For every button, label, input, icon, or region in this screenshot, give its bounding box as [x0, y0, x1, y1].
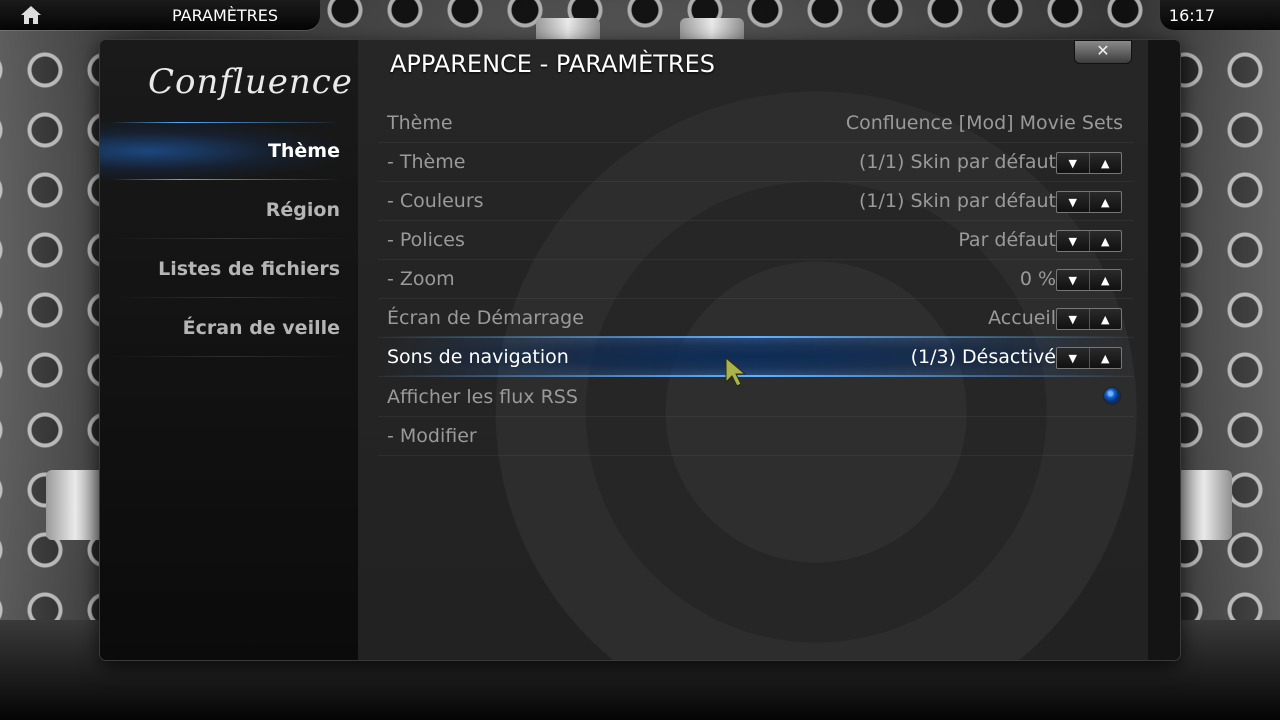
setting-label: - Couleurs — [387, 190, 484, 212]
chevron-up-icon[interactable]: ▲ — [1088, 231, 1122, 251]
setting-value: (1/1) Skin par défaut — [859, 151, 1056, 173]
chevron-up-icon[interactable]: ▲ — [1088, 348, 1122, 368]
value-spinner: ▼ ▲ — [1056, 308, 1122, 330]
sidebar-divider — [110, 238, 350, 239]
value-spinner: ▼ ▲ — [1056, 191, 1122, 213]
chevron-up-icon[interactable]: ▲ — [1088, 309, 1122, 329]
sidebar-divider — [110, 297, 350, 298]
dialog-title: APPARENCE - PARAMÈTRES — [390, 50, 715, 78]
setting-value: Par défaut — [958, 229, 1056, 251]
setting-row-fonts[interactable]: - Polices Par défaut ▼ ▲ — [378, 220, 1134, 260]
setting-label: - Zoom — [387, 268, 455, 290]
setting-label: Afficher les flux RSS — [387, 386, 578, 408]
setting-value: Confluence [Mod] Movie Sets — [845, 112, 1123, 134]
chevron-down-icon[interactable]: ▼ — [1057, 270, 1089, 290]
chevron-down-icon[interactable]: ▼ — [1057, 153, 1089, 173]
value-spinner: ▼ ▲ — [1056, 230, 1122, 252]
gear-tooth-right-decoration — [1176, 470, 1232, 540]
setting-row-skin[interactable]: Thème Confluence [Mod] Movie Sets — [378, 103, 1134, 143]
chevron-down-icon[interactable]: ▼ — [1057, 348, 1089, 368]
setting-label: - Modifier — [387, 425, 477, 447]
setting-label: - Thème — [387, 151, 466, 173]
setting-row-theme[interactable]: - Thème (1/1) Skin par défaut ▼ ▲ — [378, 142, 1134, 182]
clock: 16:17 — [1168, 6, 1215, 25]
radio-on-indicator[interactable] — [1104, 388, 1120, 404]
setting-row-edit-rss[interactable]: - Modifier — [378, 416, 1134, 456]
dialog-right-edge — [1148, 40, 1180, 660]
close-button[interactable]: ✕ — [1074, 40, 1132, 64]
setting-value: (1/1) Skin par défaut — [859, 190, 1056, 212]
home-icon — [21, 6, 41, 24]
confluence-logo: Confluence — [148, 62, 353, 102]
setting-value: 0 % — [1019, 268, 1056, 290]
value-spinner: ▼ ▲ — [1056, 269, 1122, 291]
mouse-cursor-icon — [725, 356, 747, 387]
setting-row-rss-feeds[interactable]: Afficher les flux RSS — [378, 377, 1134, 417]
chevron-up-icon[interactable]: ▲ — [1088, 192, 1122, 212]
setting-value: Accueil — [988, 307, 1056, 329]
chevron-down-icon[interactable]: ▼ — [1057, 192, 1089, 212]
setting-label: - Polices — [387, 229, 465, 251]
settings-dialog: Confluence Thème Région Listes de fichie… — [100, 40, 1180, 660]
setting-row-colors[interactable]: - Couleurs (1/1) Skin par défaut ▼ ▲ — [378, 181, 1134, 221]
sidebar-item-label: Listes de fichiers — [158, 258, 340, 280]
setting-row-zoom[interactable]: - Zoom 0 % ▼ ▲ — [378, 259, 1134, 299]
sidebar-item-screensaver[interactable]: Écran de veille — [100, 299, 340, 357]
sidebar-item-region[interactable]: Région — [100, 181, 340, 239]
chevron-up-icon[interactable]: ▲ — [1088, 153, 1122, 173]
setting-label: Thème — [387, 112, 453, 134]
setting-value: (1/3) Désactivé — [910, 346, 1056, 368]
sidebar-item-label: Écran de veille — [182, 317, 340, 339]
top-bar-title: PARAMÈTRES — [172, 6, 279, 25]
sidebar-item-theme[interactable]: Thème — [100, 122, 340, 180]
chevron-down-icon[interactable]: ▼ — [1057, 231, 1089, 251]
sidebar-item-label: Thème — [267, 140, 340, 162]
settings-sidebar: Confluence Thème Région Listes de fichie… — [100, 40, 358, 660]
setting-label: Écran de Démarrage — [387, 307, 584, 329]
value-spinner: ▼ ▲ — [1056, 347, 1122, 369]
home-button[interactable] — [0, 0, 62, 30]
sidebar-divider — [110, 356, 350, 357]
gear-tooth-left-decoration — [46, 470, 104, 540]
setting-label: Sons de navigation — [387, 346, 569, 368]
chevron-down-icon[interactable]: ▼ — [1057, 309, 1089, 329]
top-bar: PARAMÈTRES 16:17 — [0, 0, 1280, 30]
setting-row-startup-screen[interactable]: Écran de Démarrage Accueil ▼ ▲ — [378, 298, 1134, 338]
value-spinner: ▼ ▲ — [1056, 152, 1122, 174]
setting-row-navigation-sounds[interactable]: Sons de navigation (1/3) Désactivé ▼ ▲ — [378, 336, 1134, 377]
sidebar-item-label: Région — [265, 199, 340, 221]
chevron-up-icon[interactable]: ▲ — [1088, 270, 1122, 290]
sidebar-item-file-lists[interactable]: Listes de fichiers — [100, 240, 340, 298]
